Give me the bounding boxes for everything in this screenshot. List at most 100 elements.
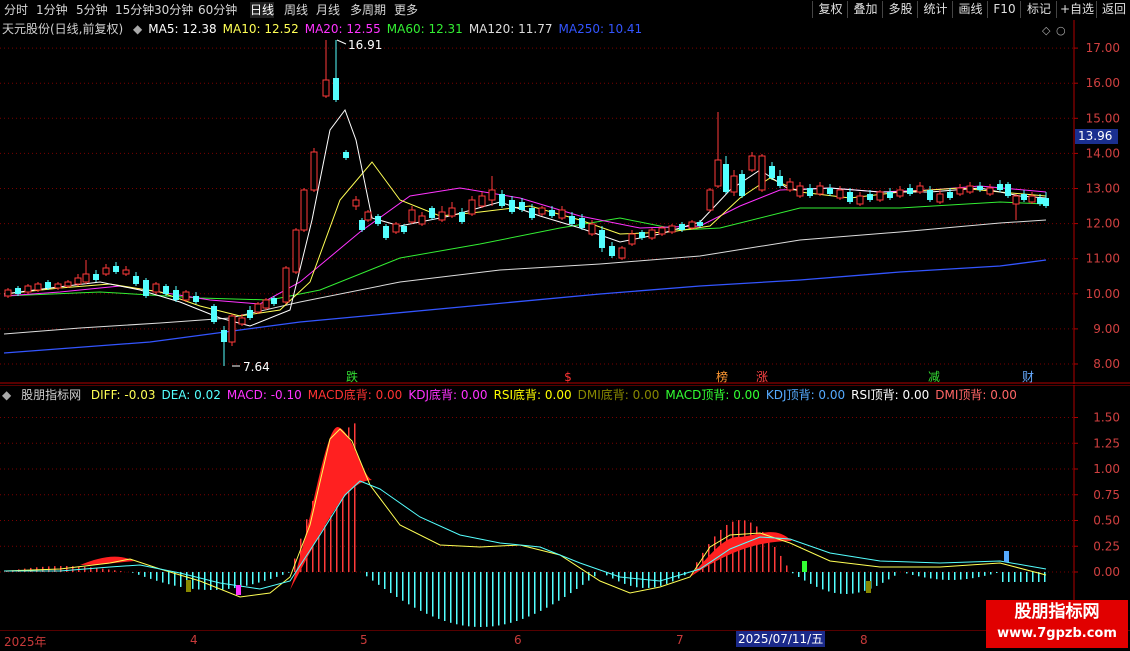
candle-body-down xyxy=(143,280,149,296)
indicator-value-10: DMI顶背: 0.00 xyxy=(935,388,1017,402)
macd-histogram-bar xyxy=(894,572,896,576)
site-watermark: 股朋指标网 www.7gpzb.com xyxy=(986,600,1128,648)
candle-body-up xyxy=(897,190,903,196)
toolbar-button-8[interactable]: 返回 xyxy=(1096,1,1130,18)
period-tab-5[interactable]: 60分钟 xyxy=(198,2,237,18)
candle-body-down xyxy=(679,224,685,230)
macd-histogram-bar xyxy=(204,572,206,590)
macd-histogram-bar xyxy=(666,572,668,584)
candle-body-down xyxy=(519,202,525,210)
period-tab-8[interactable]: 月线 xyxy=(316,2,340,18)
chart-settings-icon[interactable]: ◇ xyxy=(1042,24,1051,37)
macd-histogram-bar xyxy=(462,572,464,625)
macd-histogram-bar xyxy=(936,572,938,579)
event-marker-5[interactable]: 财 xyxy=(1022,370,1034,384)
candle-body-down xyxy=(529,208,535,218)
ma-collapse-icon[interactable]: ◆ xyxy=(133,22,142,36)
macd-histogram-bar xyxy=(984,572,986,576)
indicator-y-tick-label: 0.00 xyxy=(1093,565,1120,579)
period-tab-0[interactable]: 分时 xyxy=(4,2,28,18)
chart-circle-icon[interactable]: ○ xyxy=(1056,24,1066,37)
candle-body-down xyxy=(609,246,615,256)
macd-histogram-bar xyxy=(420,572,422,611)
macd-histogram-bar xyxy=(570,572,572,593)
macd-histogram-bar xyxy=(942,572,944,580)
candle-body-down xyxy=(221,330,227,342)
candle-body-down xyxy=(429,208,435,218)
macd-histogram-bar xyxy=(930,572,932,578)
macd-histogram-bar xyxy=(510,572,512,623)
macd-histogram-bar xyxy=(258,572,260,583)
candle-body-down xyxy=(271,298,277,304)
event-marker-0[interactable]: 跌 xyxy=(346,369,358,384)
candle-body-up xyxy=(263,300,269,308)
toolbar-button-4[interactable]: 画线 xyxy=(952,1,988,18)
kline-y-tick-label: 17.00 xyxy=(1086,41,1120,55)
period-tab-10[interactable]: 更多 xyxy=(394,2,418,18)
period-tab-1[interactable]: 1分钟 xyxy=(36,2,68,18)
indicator-value-7: MACD顶背: 0.00 xyxy=(665,388,760,402)
macd-histogram-bar xyxy=(804,572,806,581)
macd-histogram-bar xyxy=(1044,572,1046,582)
candle-body-up xyxy=(489,190,495,200)
macd-histogram-bar xyxy=(750,523,752,572)
macd-histogram-bar xyxy=(264,572,266,581)
candle-body-up xyxy=(353,200,359,206)
event-marker-3[interactable]: 涨 xyxy=(756,369,768,384)
macd-histogram-bar xyxy=(270,572,272,579)
toolbar-button-3[interactable]: 统计 xyxy=(917,1,953,18)
candle-body-up xyxy=(707,190,713,210)
event-marker-4[interactable]: 减 xyxy=(928,370,940,384)
macd-histogram-bar xyxy=(654,572,656,587)
candle-body-down xyxy=(1005,184,1011,196)
macd-histogram-bar xyxy=(792,572,794,573)
ma-label-5: MA250: 10.41 xyxy=(559,22,643,36)
period-tab-6[interactable]: 日线 xyxy=(250,2,274,18)
period-tab-3[interactable]: 15分钟 xyxy=(115,2,154,18)
candle-body-up xyxy=(759,156,765,190)
candle-body-up xyxy=(715,160,721,186)
toolbar-button-5[interactable]: F10 xyxy=(987,1,1021,18)
candle-body-down xyxy=(947,192,953,198)
candle-body-down xyxy=(459,212,465,222)
period-tab-9[interactable]: 多周期 xyxy=(350,2,386,18)
toolbar-button-7[interactable]: +自选 xyxy=(1056,1,1097,18)
macd-histogram-bar xyxy=(102,569,104,572)
toolbar-button-6[interactable]: 标记 xyxy=(1020,1,1057,18)
period-tab-7[interactable]: 周线 xyxy=(284,2,308,18)
candle-body-up xyxy=(103,268,109,274)
kline-chart[interactable]: 17.0016.0015.0014.0013.0012.0011.0010.00… xyxy=(0,20,1130,384)
candle-body-up xyxy=(255,304,261,312)
macd-histogram-bar xyxy=(516,572,518,621)
indicator-collapse-icon[interactable]: ◆ xyxy=(2,388,11,402)
macd-histogram-bar xyxy=(180,572,182,587)
toolbar-button-0[interactable]: 复权 xyxy=(812,1,848,18)
toolbar-button-2[interactable]: 多股 xyxy=(882,1,918,18)
candle-body-up xyxy=(957,188,963,194)
candle-body-down xyxy=(639,232,645,238)
candle-body-down xyxy=(173,290,179,300)
macd-histogram-bar xyxy=(144,572,146,577)
indicator-title: 股朋指标网 xyxy=(21,388,81,402)
candle-body-up xyxy=(619,248,625,258)
candle-body-up xyxy=(797,186,803,196)
macd-histogram-bar xyxy=(966,572,968,579)
candle-body-up xyxy=(83,274,89,282)
event-marker-2[interactable]: 榜 xyxy=(716,369,728,384)
macd-histogram-bar xyxy=(948,572,950,580)
macd-histogram-bar xyxy=(1002,572,1004,582)
macd-histogram-bar xyxy=(66,566,68,572)
macd-histogram-bar xyxy=(882,572,884,583)
candle-body-down xyxy=(133,276,139,284)
macd-histogram-bar xyxy=(240,572,242,587)
period-tab-2[interactable]: 5分钟 xyxy=(76,2,108,18)
candle-body-down xyxy=(375,216,381,224)
toolbar-button-1[interactable]: 叠加 xyxy=(847,1,883,18)
period-tab-4[interactable]: 30分钟 xyxy=(154,2,193,18)
macd-histogram-bar xyxy=(132,572,134,573)
candle-body-up xyxy=(917,186,923,192)
candle-body-up xyxy=(393,224,399,232)
event-marker-1[interactable]: $ xyxy=(564,370,572,384)
indicator-chart[interactable]: 1.501.251.000.750.500.250.00 xyxy=(0,385,1130,630)
candle-body-up xyxy=(987,188,993,194)
